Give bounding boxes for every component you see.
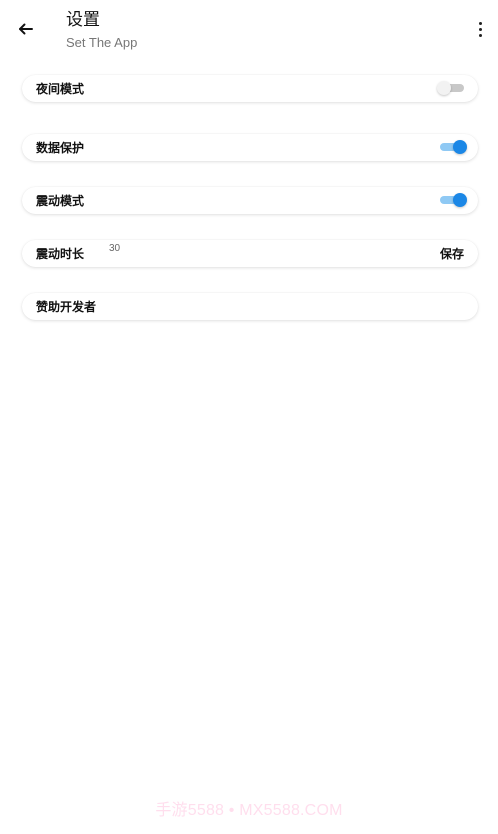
save-button[interactable]: 保存	[440, 247, 464, 261]
toggle-thumb	[437, 81, 451, 95]
title-group: 设置 Set The App	[66, 10, 137, 50]
more-vert-icon	[478, 33, 482, 37]
more-options-button[interactable]	[476, 18, 484, 40]
watermark-text: 手游5588 • MX5588.COM	[155, 802, 343, 819]
setting-data-protection[interactable]: 数据保护	[22, 134, 478, 161]
night-mode-toggle[interactable]	[437, 81, 464, 95]
more-vert-icon	[478, 21, 482, 25]
more-vert-icon	[478, 27, 482, 31]
toggle-thumb	[453, 193, 467, 207]
setting-vibration-mode[interactable]: 震动模式	[22, 187, 478, 214]
toggle-thumb	[453, 140, 467, 154]
setting-label: 赞助开发者	[36, 300, 97, 314]
setting-vibration-duration[interactable]: 震动时长 30 保存	[22, 240, 478, 267]
setting-night-mode[interactable]: 夜间模式	[22, 75, 478, 102]
page-title: 设置	[66, 10, 100, 30]
setting-sponsor[interactable]: 赞助开发者	[22, 293, 478, 320]
setting-label: 夜间模式	[36, 82, 85, 96]
setting-label: 震动模式	[36, 194, 85, 208]
setting-label: 震动时长	[36, 247, 85, 261]
vibration-duration-value: 30	[109, 243, 121, 254]
setting-label: 数据保护	[36, 141, 85, 155]
app-header: 设置 Set The App	[0, 0, 498, 60]
vibration-mode-toggle[interactable]	[440, 193, 467, 207]
page-subtitle: Set The App	[66, 35, 138, 50]
data-protection-toggle[interactable]	[440, 140, 467, 154]
arrow-left-icon	[19, 23, 33, 35]
back-button[interactable]	[14, 17, 38, 41]
